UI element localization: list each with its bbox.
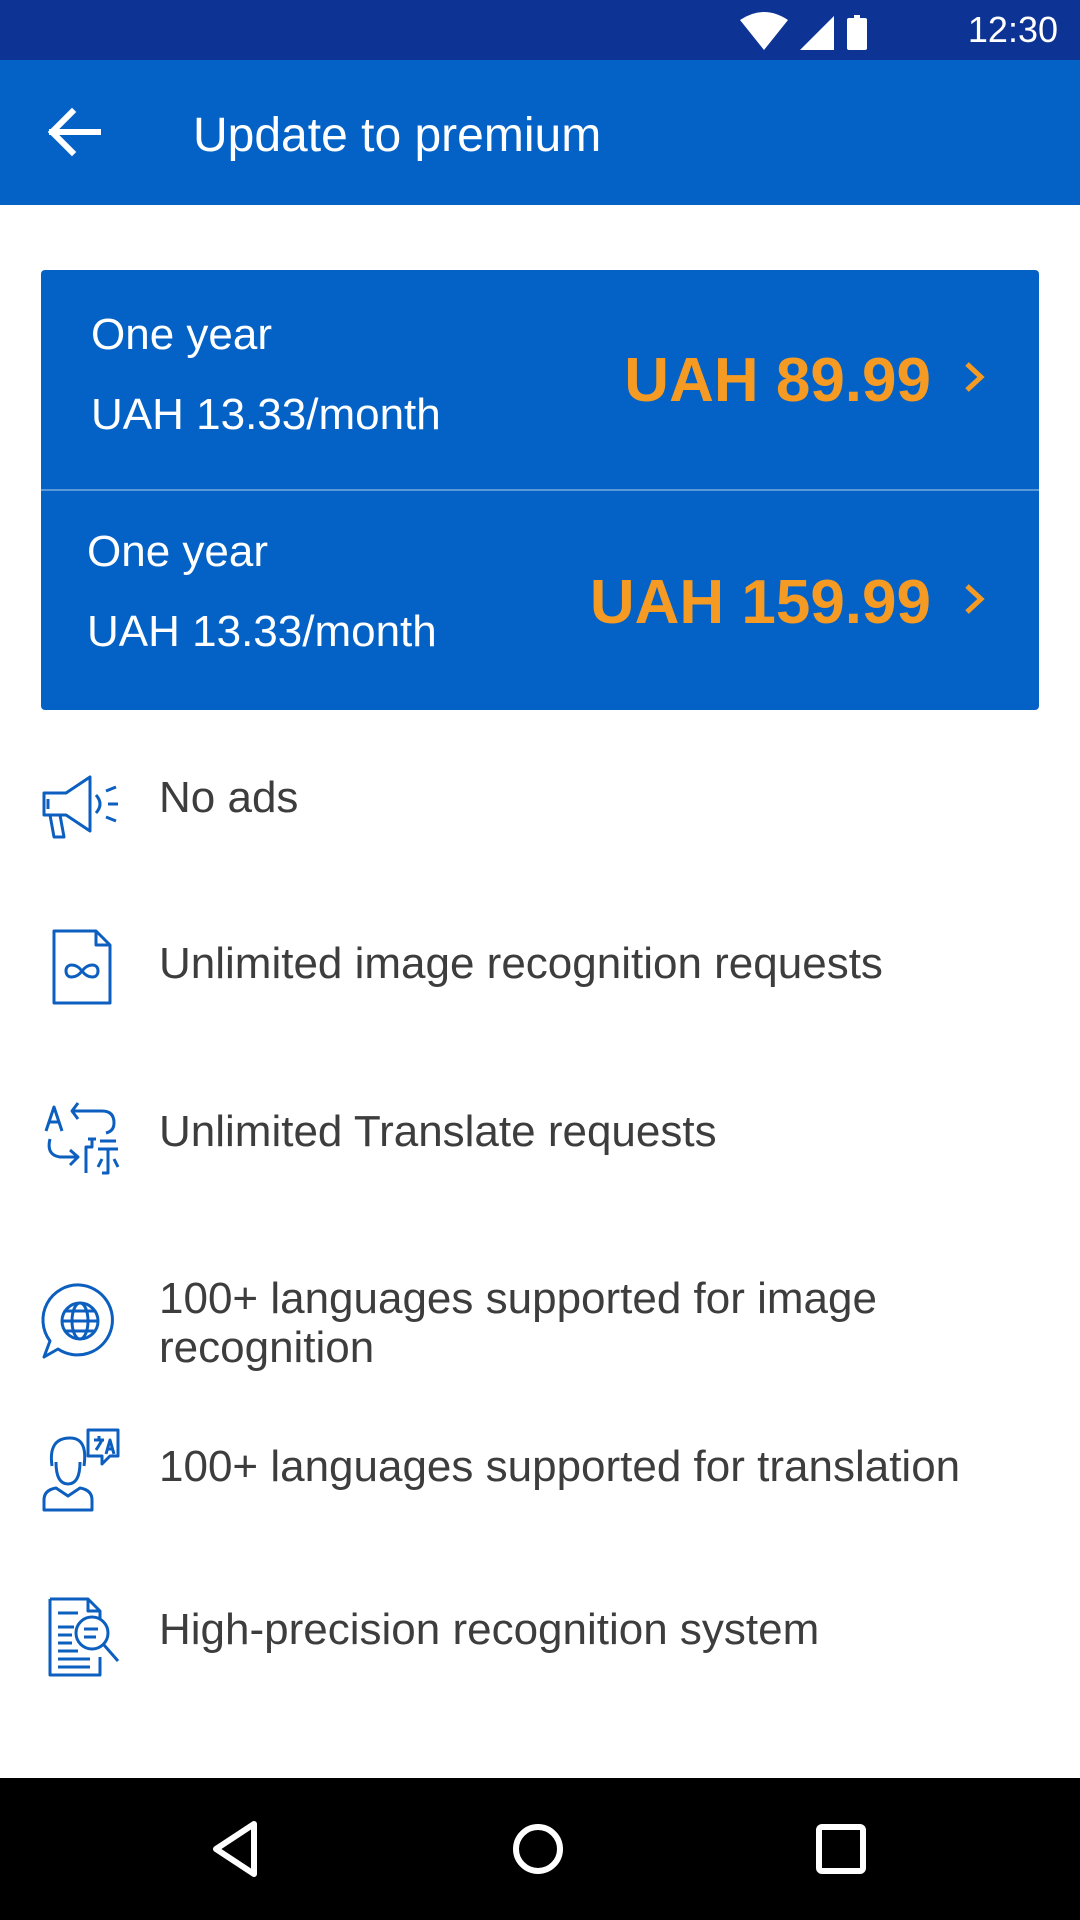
feature-languages-translation: 100+ languages supported for translation <box>0 1420 1080 1512</box>
feature-unlimited-translate: Unlimited Translate requests <box>0 1085 1080 1175</box>
feature-languages-image: 100+ languages supported for image recog… <box>0 1270 1080 1380</box>
back-button[interactable] <box>30 95 120 170</box>
home-circle-icon <box>513 1824 563 1874</box>
arrow-left-icon <box>47 107 101 157</box>
status-bar: 12:30 <box>0 0 1080 60</box>
plan-monthly-price: UAH 13.33/month <box>91 390 441 439</box>
chevron-right-icon <box>965 362 985 392</box>
infinity-file-icon <box>52 929 112 1005</box>
nav-back-button[interactable] <box>204 1818 274 1880</box>
status-time: 12:30 <box>967 9 1058 50</box>
recents-square-icon <box>816 1824 866 1874</box>
nav-home-button[interactable] <box>503 1818 573 1880</box>
megaphone-icon <box>42 775 118 839</box>
app-bar: Update to premium <box>0 60 1080 205</box>
plan-monthly-price: UAH 13.33/month <box>87 607 437 656</box>
plan-name: One year <box>87 527 268 576</box>
person-translate-icon <box>42 1428 120 1512</box>
plan-option-2[interactable]: One year UAH 13.33/month UAH 159.99 <box>41 491 1039 710</box>
feature-text: Unlimited Translate requests <box>159 1107 717 1156</box>
feature-no-ads: No ads <box>0 755 1080 845</box>
wifi-icon <box>740 12 788 50</box>
battery-icon <box>847 15 867 50</box>
chevron-right-icon <box>965 584 985 614</box>
feature-high-precision: High-precision recognition system <box>0 1585 1080 1677</box>
plan-price: UAH 159.99 <box>589 568 931 637</box>
feature-text: High-precision recognition system <box>159 1605 820 1654</box>
plan-price: UAH 89.99 <box>624 346 931 415</box>
nav-recents-button[interactable] <box>806 1818 876 1880</box>
document-search-icon <box>48 1597 120 1677</box>
feature-text: Unlimited image recognition requests <box>159 939 883 988</box>
plans-card: One year UAH 13.33/month UAH 89.99 One y… <box>41 270 1039 710</box>
translate-arrows-icon <box>44 1102 120 1175</box>
feature-text: 100+ languages supported for translation <box>159 1442 961 1491</box>
globe-chat-icon <box>41 1283 114 1359</box>
cellular-signal-icon <box>800 16 834 50</box>
plan-option-1[interactable]: One year UAH 13.33/month UAH 89.99 <box>41 270 1039 489</box>
status-icons <box>740 12 867 50</box>
back-triangle-icon <box>213 1821 257 1877</box>
feature-text: 100+ languages supported for image recog… <box>159 1274 877 1372</box>
feature-text: No ads <box>159 773 299 822</box>
page-title: Update to premium <box>193 109 602 162</box>
system-nav-bar <box>0 1778 1080 1920</box>
feature-unlimited-image: Unlimited image recognition requests <box>0 920 1080 1010</box>
plan-name: One year <box>91 310 272 359</box>
